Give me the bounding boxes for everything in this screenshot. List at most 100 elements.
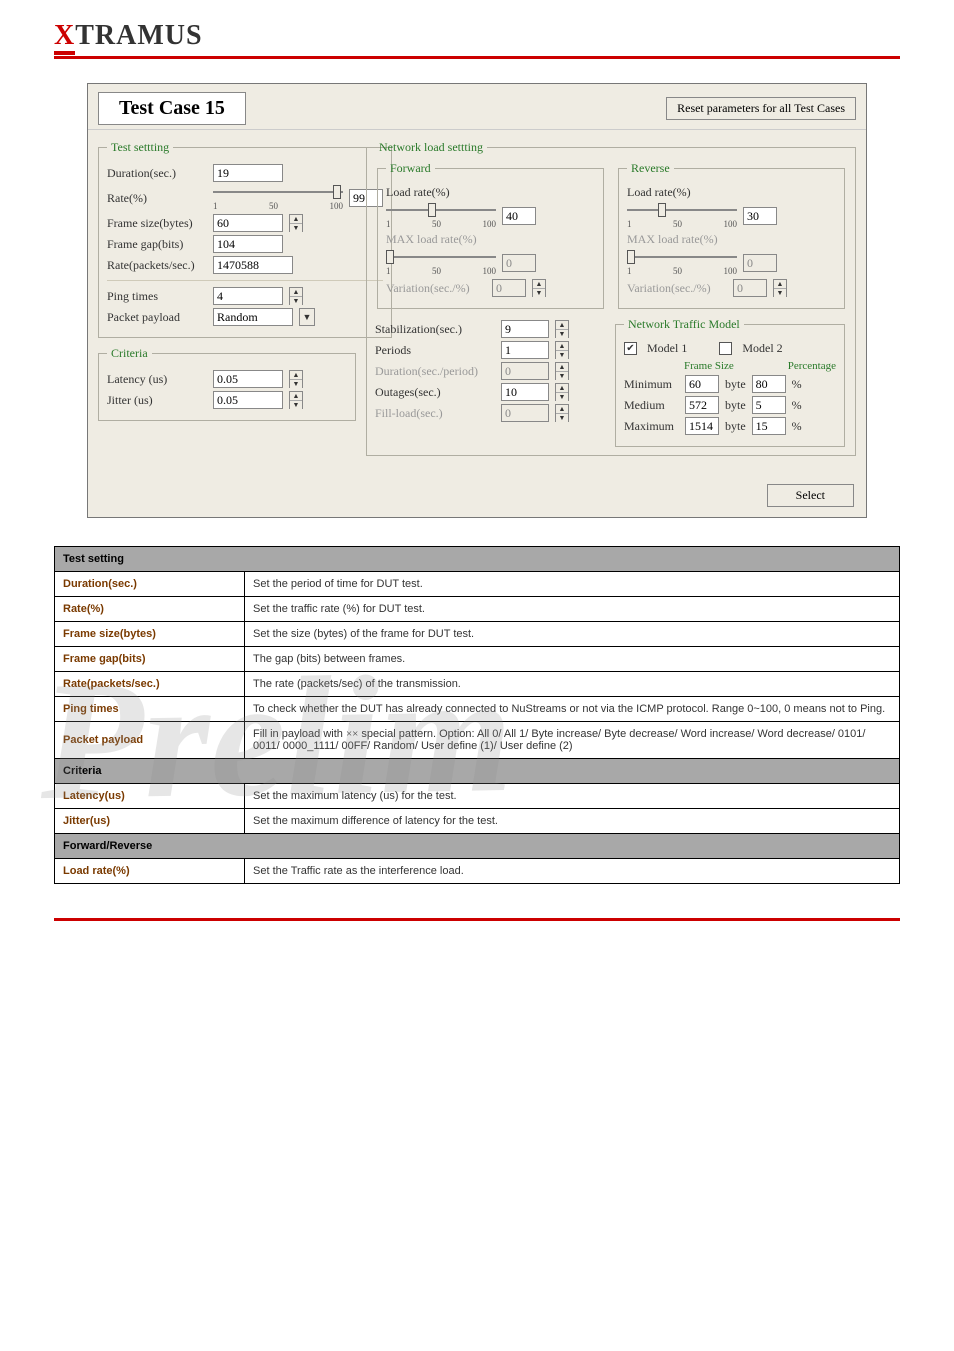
input-med-pc[interactable] (752, 396, 786, 414)
input-min-pc[interactable] (752, 375, 786, 393)
input-latency[interactable] (213, 370, 283, 388)
label-stab: Stabilization(sec.) (375, 322, 495, 337)
input-max-fs[interactable] (685, 417, 719, 435)
label-model1: Model 1 (647, 341, 687, 356)
label-rev-load: Load rate(%) (627, 185, 691, 200)
hdr-criteria: Criteria (55, 759, 900, 784)
label-frame-size-head: Frame Size (684, 360, 734, 372)
legend-network: Network load settting (375, 140, 487, 155)
input-out[interactable] (501, 383, 549, 401)
slider-rev-load[interactable] (627, 203, 737, 217)
legend-criteria: Criteria (107, 346, 152, 361)
group-test-setting: Test settting Duration(sec.) Rate(%) (98, 140, 392, 338)
label-dpp: Duration(sec./period) (375, 364, 495, 379)
checkbox-model2[interactable] (719, 342, 732, 355)
spinner-fwd-var: ▲▼ (532, 279, 546, 297)
spinner-periods[interactable]: ▲▼ (555, 341, 569, 359)
label-fwd-var: Variation(sec./%) (386, 281, 486, 296)
label-duration: Duration(sec.) (107, 166, 207, 181)
table-row: Rate(packets/sec.)The rate (packets/sec)… (55, 672, 900, 697)
group-forward: Forward Load rate(%) 1 50 100 (377, 161, 604, 309)
label-payload: Packet payload (107, 310, 207, 325)
select-button[interactable]: Select (767, 484, 854, 507)
input-dpp (501, 362, 549, 380)
table-row: Frame gap(bits)The gap (bits) between fr… (55, 647, 900, 672)
label-rev-max: MAX load rate(%) (627, 232, 718, 247)
table-row: Latency(us)Set the maximum latency (us) … (55, 784, 900, 809)
slider-rate[interactable] (213, 185, 343, 199)
description-table: Test setting Duration(sec.)Set the perio… (54, 546, 900, 884)
table-row: Rate(%)Set the traffic rate (%) for DUT … (55, 597, 900, 622)
slider-fwd-max (386, 250, 496, 264)
label-percentage-head: Percentage (788, 360, 836, 372)
table-row: Ping timesTo check whether the DUT has a… (55, 697, 900, 722)
test-case-panel: Test Case 15 Reset parameters for all Te… (87, 83, 867, 518)
legend-reverse: Reverse (627, 161, 674, 176)
legend-ntm: Network Traffic Model (624, 317, 744, 332)
input-rev-var (733, 279, 767, 297)
input-duration[interactable] (213, 164, 283, 182)
spinner-rev-var: ▲▼ (773, 279, 787, 297)
spinner-ping[interactable]: ▲▼ (289, 287, 303, 305)
brand-logo: XTRAMUS (54, 20, 900, 52)
hdr-test-setting: Test setting (55, 547, 900, 572)
label-rate-pps: Rate(packets/sec.) (107, 258, 207, 273)
checkbox-model1[interactable]: ✔ (624, 342, 637, 355)
spinner-frame-size[interactable]: ▲▼ (289, 214, 303, 232)
table-row: Duration(sec.)Set the period of time for… (55, 572, 900, 597)
label-jitter: Jitter (us) (107, 393, 207, 408)
footer-rule (54, 918, 900, 921)
spinner-stab[interactable]: ▲▼ (555, 320, 569, 338)
label-fwd-max: MAX load rate(%) (386, 232, 477, 247)
table-row: Load rate(%)Set the Traffic rate as the … (55, 859, 900, 884)
spinner-dpp: ▲▼ (555, 362, 569, 380)
input-min-fs[interactable] (685, 375, 719, 393)
panel-title: Test Case 15 (98, 92, 246, 125)
input-max-pc[interactable] (752, 417, 786, 435)
input-ping[interactable] (213, 287, 283, 305)
input-rev-load[interactable] (743, 207, 777, 225)
group-ntm: Network Traffic Model ✔ Model 1 Model 2 (615, 317, 845, 447)
label-ping: Ping times (107, 289, 207, 304)
spinner-jitter[interactable]: ▲▼ (289, 391, 303, 409)
input-stab[interactable] (501, 320, 549, 338)
input-frame-gap[interactable] (213, 235, 283, 253)
table-row: Frame size(bytes)Set the size (bytes) of… (55, 622, 900, 647)
input-med-fs[interactable] (685, 396, 719, 414)
label-rev-var: Variation(sec./%) (627, 281, 727, 296)
chevron-down-icon[interactable]: ▼ (299, 308, 315, 326)
label-frame-gap: Frame gap(bits) (107, 237, 207, 252)
reset-button[interactable]: Reset parameters for all Test Cases (666, 97, 856, 120)
input-rate-pps[interactable] (213, 256, 293, 274)
label-med: Medium (624, 398, 679, 413)
label-frame-size: Frame size(bytes) (107, 216, 207, 231)
table-row: Packet payload Fill in payload with ×× s… (55, 722, 900, 759)
label-latency: Latency (us) (107, 372, 207, 387)
input-periods[interactable] (501, 341, 549, 359)
spinner-latency[interactable]: ▲▼ (289, 370, 303, 388)
select-payload[interactable] (213, 308, 293, 326)
input-fwd-load[interactable] (502, 207, 536, 225)
slider-fwd-load[interactable] (386, 203, 496, 217)
slider-rev-max (627, 250, 737, 264)
label-periods: Periods (375, 343, 495, 358)
label-out: Outages(sec.) (375, 385, 495, 400)
group-reverse: Reverse Load rate(%) 1 50 100 (618, 161, 845, 309)
group-criteria: Criteria Latency (us) ▲▼ Jitter (us) ▲▼ (98, 346, 356, 421)
input-fill (501, 404, 549, 422)
header-rule (54, 56, 900, 59)
hdr-forward: Forward/Reverse (55, 834, 900, 859)
label-fwd-load: Load rate(%) (386, 185, 450, 200)
input-jitter[interactable] (213, 391, 283, 409)
legend-test-setting: Test settting (107, 140, 173, 155)
group-network: Network load settting Forward Load rate(… (366, 140, 856, 456)
input-rev-max (743, 254, 777, 272)
label-rate: Rate(%) (107, 191, 207, 206)
input-frame-size[interactable] (213, 214, 283, 232)
legend-forward: Forward (386, 161, 435, 176)
label-model2: Model 2 (742, 341, 782, 356)
label-max: Maximum (624, 419, 679, 434)
input-fwd-max (502, 254, 536, 272)
spinner-fill: ▲▼ (555, 404, 569, 422)
spinner-out[interactable]: ▲▼ (555, 383, 569, 401)
